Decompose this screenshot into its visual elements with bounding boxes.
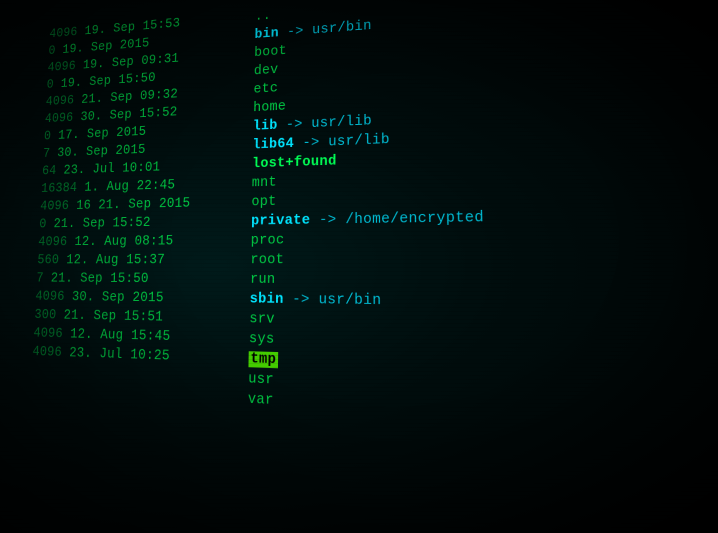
list-item: 560 12. Aug 15:37 xyxy=(37,251,236,270)
list-item: run xyxy=(250,270,486,292)
list-item: 4096 12. Aug 08:15 xyxy=(38,231,236,251)
list-item: 0 21. Sep 15:52 xyxy=(39,212,237,233)
terminal-table: 4096 19. Sep 15:53 0 19. Sep 2015 4096 1… xyxy=(24,0,718,438)
list-item: root xyxy=(250,249,485,270)
list-item: proc xyxy=(251,229,485,251)
tmp-highlight: tmp xyxy=(248,351,278,368)
list-item: 7 21. Sep 15:50 xyxy=(36,270,236,290)
right-column: .. bin -> usr/bin boot dev etc home lib … xyxy=(233,0,489,422)
list-item: private -> /home/encrypted xyxy=(251,208,484,231)
terminal-content: 4096 19. Sep 15:53 0 19. Sep 2015 4096 1… xyxy=(24,0,718,438)
terminal-screen: 4096 19. Sep 15:53 0 19. Sep 2015 4096 1… xyxy=(0,0,718,533)
left-column: 4096 19. Sep 15:53 0 19. Sep 2015 4096 1… xyxy=(24,10,241,410)
